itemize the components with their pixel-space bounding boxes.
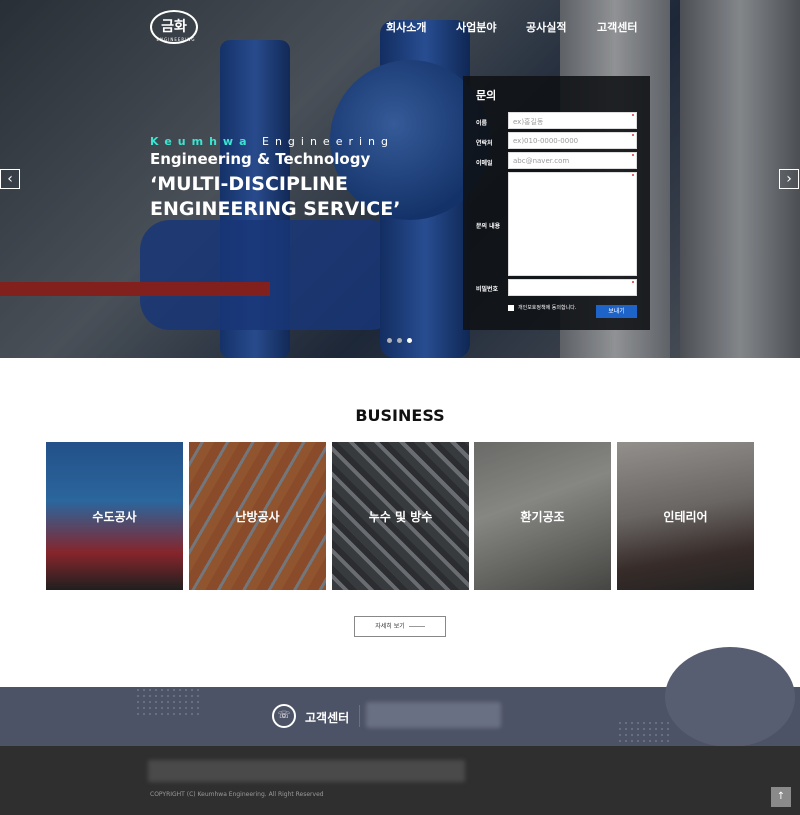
- business-card-label: 누수 및 방수: [368, 510, 433, 524]
- business-card-interior[interactable]: 인테리어: [617, 442, 754, 590]
- logo-text: 금화: [161, 19, 187, 35]
- nav-item-company[interactable]: 회사소개: [386, 19, 426, 35]
- hero-tagline-accent: Keumhwa: [150, 135, 253, 148]
- chevron-left-icon[interactable]: ‹: [0, 169, 20, 189]
- required-mark: [632, 154, 634, 156]
- contact-band: ☏ 고객센터: [0, 647, 800, 747]
- copyright: COPYRIGHT (C) Keumhwa Engineering. All R…: [150, 791, 324, 798]
- phone-placeholder: ex)010-0000-0000: [513, 137, 579, 145]
- hero-text: Keumhwa Engineering Engineering & Techno…: [150, 135, 450, 222]
- hero-slider: 금화 ENGINEERING 회사소개 사업분야 공사실적 고객센터 Keumh…: [0, 0, 800, 358]
- business-card-plumbing[interactable]: 수도공사: [46, 442, 183, 590]
- required-mark: [632, 114, 634, 116]
- slider-pagination: [387, 338, 412, 343]
- business-card-label: 난방공사: [235, 510, 280, 524]
- slider-dot-active[interactable]: [407, 338, 412, 343]
- blurred-contact-info: [366, 702, 501, 728]
- required-mark: [632, 174, 634, 176]
- email-label: 이메일: [476, 160, 493, 167]
- business-card-heating[interactable]: 난방공사: [189, 442, 326, 590]
- inquiry-form: 문의 이름 ex)홍길동 연락처 ex)010-0000-0000 이메일 ab…: [463, 76, 650, 330]
- business-card-waterproofing[interactable]: 누수 및 방수: [332, 442, 469, 590]
- form-title: 문의: [476, 89, 497, 102]
- hero-tagline: Keumhwa Engineering: [150, 135, 450, 148]
- contact-label: 고객센터: [305, 711, 350, 725]
- password-label: 비밀번호: [476, 286, 499, 293]
- password-field[interactable]: [508, 279, 637, 296]
- arrow-right-icon: [408, 626, 425, 627]
- nav-item-business[interactable]: 사업분야: [456, 19, 496, 35]
- email-field[interactable]: abc@naver.com: [508, 152, 637, 169]
- page: 금화 ENGINEERING 회사소개 사업분야 공사실적 고객센터 Keumh…: [0, 0, 800, 815]
- name-placeholder: ex)홍길동: [513, 118, 544, 126]
- chevron-right-icon[interactable]: ›: [779, 169, 799, 189]
- required-mark: [632, 281, 634, 283]
- band-dot-pattern: [135, 687, 200, 717]
- slider-dot[interactable]: [387, 338, 392, 343]
- logo[interactable]: 금화 ENGINEERING: [150, 10, 198, 44]
- hero-tagline-rest: Engineering: [252, 135, 394, 148]
- name-field[interactable]: ex)홍길동: [508, 112, 637, 129]
- divider: [359, 705, 360, 727]
- message-label: 문의 내용: [476, 223, 501, 230]
- business-card-hvac[interactable]: 환기공조: [474, 442, 611, 590]
- band-decoration: [665, 647, 795, 747]
- send-button[interactable]: 보내기: [596, 305, 637, 318]
- email-placeholder: abc@naver.com: [513, 157, 570, 165]
- hero-subtitle: Engineering & Technology: [150, 150, 371, 168]
- phone-label: 연락처: [476, 140, 493, 147]
- privacy-label: 개인보호정책에 동의합니다.: [518, 305, 577, 311]
- phone-field[interactable]: ex)010-0000-0000: [508, 132, 637, 149]
- business-card-label: 수도공사: [92, 510, 137, 524]
- business-card-label: 인테리어: [663, 510, 708, 524]
- logo-subtext: ENGINEERING: [156, 37, 196, 42]
- nav-item-support[interactable]: 고객센터: [597, 19, 637, 35]
- phone-icon: ☏: [272, 704, 296, 728]
- slider-dot[interactable]: [397, 338, 402, 343]
- view-more-button[interactable]: 자세히 보기: [354, 616, 446, 637]
- privacy-checkbox[interactable]: [508, 305, 514, 311]
- business-card-label: 환기공조: [520, 510, 565, 524]
- required-mark: [632, 134, 634, 136]
- name-label: 이름: [476, 120, 488, 127]
- footer: COPYRIGHT (C) Keumhwa Engineering. All R…: [0, 746, 800, 815]
- hero-title: ‘MULTI-DISCIPLINE ENGINEERING SERVICE’: [150, 173, 401, 220]
- message-textarea[interactable]: [508, 172, 637, 276]
- band-dot-pattern: [617, 720, 672, 746]
- blurred-company-info: [148, 760, 465, 782]
- arrow-up-icon[interactable]: ↑: [771, 787, 791, 807]
- business-title: BUSINESS: [355, 406, 445, 425]
- nav-item-projects[interactable]: 공사실적: [526, 19, 566, 35]
- view-more-label: 자세히 보기: [375, 623, 405, 630]
